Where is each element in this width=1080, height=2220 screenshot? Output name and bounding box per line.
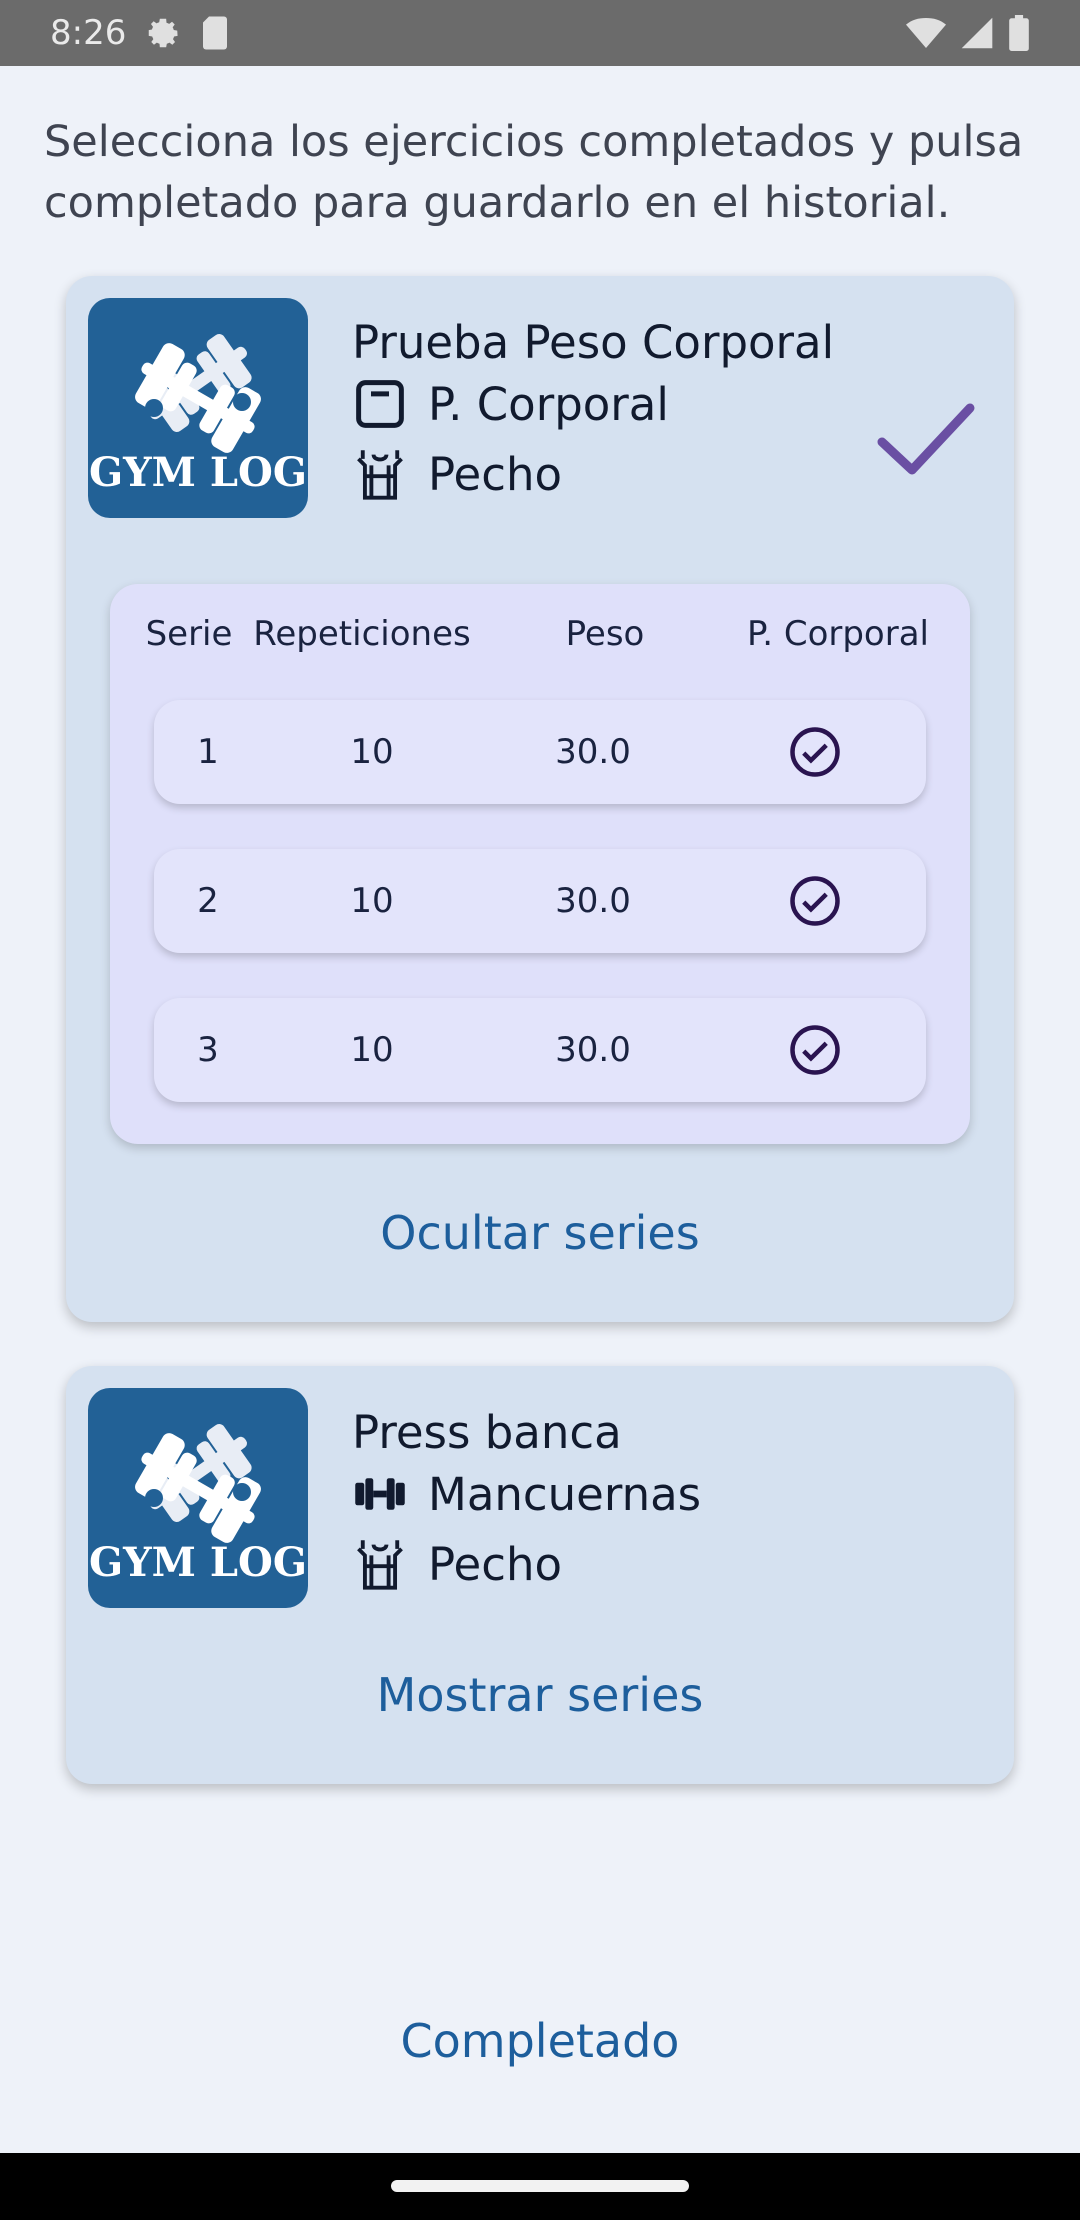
check-circle-icon [788,1023,842,1077]
logo-text: GYM LOG [88,1539,308,1586]
check-circle-icon [788,725,842,779]
series-header: Serie Repeticiones Peso P. Corporal [110,614,970,658]
home-gesture-handle[interactable] [391,2180,689,2192]
battery-icon [1008,15,1030,51]
header-repeticiones: Repeticiones [253,614,471,654]
series-reps: 10 [350,881,394,921]
equipment-label: P. Corporal [428,377,669,431]
navigation-bar [0,2153,1080,2220]
sim-card-icon [200,15,230,51]
exercise-equipment: Mancuernas [352,1466,701,1522]
logo-text: GYM LOG [88,449,308,496]
header-peso: Peso [565,614,645,654]
muscle-label: Pecho [428,1537,563,1591]
muscle-label: Pecho [428,447,563,501]
chest-icon [352,1536,408,1592]
scale-icon [352,376,408,432]
instructions-text: Selecciona los ejercicios completados y … [44,117,1024,228]
dumbbell-icon [352,1466,408,1522]
status-bar: 8:26 [0,0,1080,66]
settings-gear-icon [144,14,182,52]
exercise-muscle: Pecho [352,446,562,502]
series-row[interactable]: 1 10 30.0 [154,700,926,804]
exercise-equipment: P. Corporal [352,376,669,432]
header-corporal: P. Corporal [747,614,929,654]
series-number: 2 [197,881,219,921]
series-weight: 30.0 [555,881,631,921]
equipment-label: Mancuernas [428,1467,702,1521]
complete-button[interactable]: Completado [0,2014,1080,2068]
gym-log-logo: GYM LOG [88,1388,308,1608]
show-series-button[interactable]: Mostrar series [66,1668,1014,1722]
exercise-card[interactable]: GYM LOG Prueba Peso Corporal P. Corporal… [66,276,1014,1322]
series-weight: 30.0 [555,1030,631,1070]
series-row[interactable]: 2 10 30.0 [154,849,926,953]
series-number: 1 [197,732,219,772]
signal-icon [960,16,994,50]
exercise-card[interactable]: GYM LOG Press banca Mancuernas Pecho Mos… [66,1366,1014,1784]
exercise-muscle: Pecho [352,1536,562,1592]
series-reps: 10 [350,732,394,772]
check-circle-icon [788,874,842,928]
series-weight: 30.0 [555,732,631,772]
hide-series-button[interactable]: Ocultar series [66,1206,1014,1260]
series-number: 3 [197,1030,219,1070]
exercise-title: Press banca [352,1406,622,1459]
series-reps: 10 [350,1030,394,1070]
status-time: 8:26 [50,13,127,53]
gym-log-logo: GYM LOG [88,298,308,518]
header-serie: Serie [145,614,233,654]
series-table: Serie Repeticiones Peso P. Corporal 1 10… [110,584,970,1144]
exercise-title: Prueba Peso Corporal [352,316,835,369]
chest-icon [352,446,408,502]
series-row[interactable]: 3 10 30.0 [154,998,926,1102]
selected-check-icon[interactable] [876,400,976,480]
wifi-icon [906,16,946,50]
